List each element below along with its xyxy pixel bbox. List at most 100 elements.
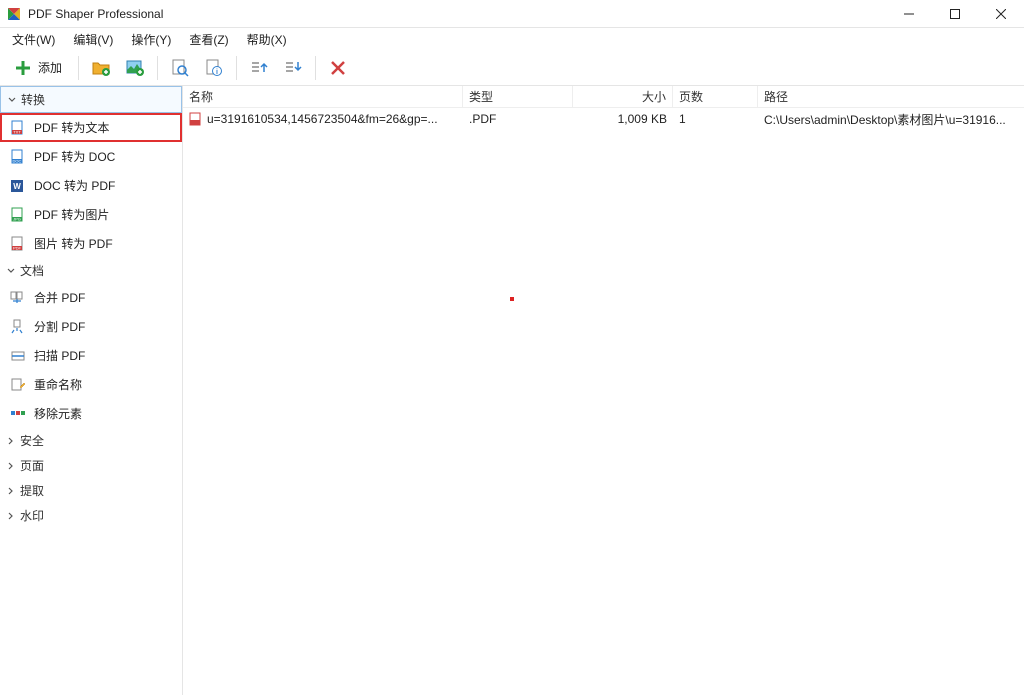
preview-button[interactable] bbox=[166, 54, 194, 82]
app-icon bbox=[6, 6, 22, 22]
sidebar-item-merge[interactable]: 合并 PDF bbox=[0, 283, 182, 312]
svg-text:JPG: JPG bbox=[13, 216, 21, 221]
sidebar-group-convert[interactable]: 转换 bbox=[0, 86, 182, 113]
svg-text:TXT: TXT bbox=[13, 129, 21, 134]
sidebar-item-scan[interactable]: 扫描 PDF bbox=[0, 341, 182, 370]
col-pages[interactable]: 页数 bbox=[673, 86, 758, 107]
sidebar-item-split[interactable]: 分割 PDF bbox=[0, 312, 182, 341]
sidebar-group-label: 转换 bbox=[21, 91, 45, 108]
magnify-page-icon bbox=[170, 58, 190, 78]
col-path[interactable]: 路径 bbox=[758, 86, 1024, 107]
menu-help[interactable]: 帮助(X) bbox=[239, 29, 295, 50]
sidebar-group-watermark[interactable]: 水印 bbox=[0, 503, 182, 528]
split-icon bbox=[10, 319, 26, 335]
sidebar-item-label: 图片 转为 PDF bbox=[34, 235, 113, 252]
sidebar-item-label: PDF 转为图片 bbox=[34, 206, 109, 223]
svg-text:PDF: PDF bbox=[13, 245, 22, 250]
toolbar-separator bbox=[78, 56, 79, 80]
sidebar-item-doc_to_pdf[interactable]: W DOC 转为 PDF bbox=[0, 171, 182, 200]
sidebar-item-label: DOC 转为 PDF bbox=[34, 177, 115, 194]
file-pane: 名称 类型 大小 页数 路径 u=3191610534,1456723504&f… bbox=[183, 86, 1024, 695]
remove-icon bbox=[10, 406, 26, 422]
sidebar-item-pdf_to_image[interactable]: JPG PDF 转为图片 bbox=[0, 200, 182, 229]
menu-file[interactable]: 文件(W) bbox=[4, 29, 63, 50]
sidebar-group-label: 安全 bbox=[20, 432, 44, 449]
file-type: .PDF bbox=[463, 108, 573, 130]
sidebar-group-label: 页面 bbox=[20, 457, 44, 474]
file-size: 1,009 KB bbox=[573, 108, 673, 130]
page-info-icon: i bbox=[204, 58, 224, 78]
file-name: u=3191610534,1456723504&fm=26&gp=... bbox=[207, 112, 438, 126]
toolbar-separator bbox=[157, 56, 158, 80]
merge-icon bbox=[10, 290, 26, 306]
file-pages: 1 bbox=[673, 108, 758, 130]
menubar: 文件(W) 编辑(V) 操作(Y) 查看(Z) 帮助(X) bbox=[0, 28, 1024, 50]
col-name[interactable]: 名称 bbox=[183, 86, 463, 107]
file-path: C:\Users\admin\Desktop\素材图片\u=31916... bbox=[758, 108, 1024, 130]
toolbar-separator bbox=[315, 56, 316, 80]
x-icon bbox=[329, 59, 347, 77]
rename-icon bbox=[10, 377, 26, 393]
remove-button[interactable] bbox=[324, 54, 352, 82]
sidebar-item-pdf_to_text[interactable]: TXT PDF 转为文本 bbox=[0, 113, 182, 142]
sidebar-item-label: PDF 转为 DOC bbox=[34, 148, 115, 165]
toolbar: 添加 i bbox=[0, 50, 1024, 86]
sidebar-item-label: 合并 PDF bbox=[34, 289, 85, 306]
maximize-button[interactable] bbox=[932, 0, 978, 28]
move-down-button[interactable] bbox=[279, 54, 307, 82]
sidebar-group-page[interactable]: 页面 bbox=[0, 453, 182, 478]
close-button[interactable] bbox=[978, 0, 1024, 28]
add-image-button[interactable] bbox=[121, 54, 149, 82]
col-size[interactable]: 大小 bbox=[573, 86, 673, 107]
column-headers: 名称 类型 大小 页数 路径 bbox=[183, 86, 1024, 108]
info-button[interactable]: i bbox=[200, 54, 228, 82]
move-up-button[interactable] bbox=[245, 54, 273, 82]
sidebar-item-label: 分割 PDF bbox=[34, 318, 85, 335]
add-label: 添加 bbox=[38, 59, 62, 76]
doc-icon: DOC bbox=[10, 149, 26, 165]
red-marker bbox=[510, 297, 514, 301]
svg-text:i: i bbox=[216, 69, 218, 76]
sidebar-item-label: 移除元素 bbox=[34, 405, 82, 422]
sidebar-item-image_to_pdf[interactable]: PDF 图片 转为 PDF bbox=[0, 229, 182, 258]
sidebar-item-label: 重命名称 bbox=[34, 376, 82, 393]
sidebar-group-label: 提取 bbox=[20, 482, 44, 499]
menu-view[interactable]: 查看(Z) bbox=[181, 29, 236, 50]
sidebar-item-pdf_to_doc[interactable]: DOC PDF 转为 DOC bbox=[0, 142, 182, 171]
app-title: PDF Shaper Professional bbox=[28, 7, 163, 21]
jpg-icon: JPG bbox=[10, 207, 26, 223]
col-type[interactable]: 类型 bbox=[463, 86, 573, 107]
toolbar-separator bbox=[236, 56, 237, 80]
sidebar-group-label: 文档 bbox=[20, 262, 44, 279]
sidebar: 转换 TXT PDF 转为文本 DOC PDF 转为 DOC W DOC 转为 PDF JPG… bbox=[0, 86, 183, 695]
pdf-icon: PDF bbox=[10, 236, 26, 252]
pdf-file-icon bbox=[189, 112, 203, 126]
plus-icon bbox=[14, 59, 32, 77]
add-folder-button[interactable] bbox=[87, 54, 115, 82]
menu-edit[interactable]: 编辑(V) bbox=[65, 29, 121, 50]
minimize-button[interactable] bbox=[886, 0, 932, 28]
list-down-icon bbox=[283, 58, 303, 78]
word-icon: W bbox=[10, 178, 26, 194]
titlebar: PDF Shaper Professional bbox=[0, 0, 1024, 28]
sidebar-item-rename[interactable]: 重命名称 bbox=[0, 370, 182, 399]
sidebar-item-remove[interactable]: 移除元素 bbox=[0, 399, 182, 428]
svg-text:W: W bbox=[13, 182, 21, 191]
main-area: 转换 TXT PDF 转为文本 DOC PDF 转为 DOC W DOC 转为 PDF JPG… bbox=[0, 86, 1024, 695]
sidebar-item-label: PDF 转为文本 bbox=[34, 119, 109, 136]
sidebar-group-label: 水印 bbox=[20, 507, 44, 524]
list-up-icon bbox=[249, 58, 269, 78]
txt-icon: TXT bbox=[10, 120, 26, 136]
add-button[interactable]: 添加 bbox=[6, 54, 70, 82]
menu-action[interactable]: 操作(Y) bbox=[123, 29, 179, 50]
sidebar-group-document[interactable]: 文档 bbox=[0, 258, 182, 283]
svg-text:DOC: DOC bbox=[13, 158, 22, 163]
scan-icon bbox=[10, 348, 26, 364]
sidebar-item-label: 扫描 PDF bbox=[34, 347, 85, 364]
sidebar-group-security[interactable]: 安全 bbox=[0, 428, 182, 453]
image-plus-icon bbox=[125, 58, 145, 78]
file-rows: u=3191610534,1456723504&fm=26&gp=... .PDF… bbox=[183, 108, 1024, 695]
folder-plus-icon bbox=[91, 58, 111, 78]
file-row[interactable]: u=3191610534,1456723504&fm=26&gp=... .PDF… bbox=[183, 108, 1024, 130]
sidebar-group-extract[interactable]: 提取 bbox=[0, 478, 182, 503]
